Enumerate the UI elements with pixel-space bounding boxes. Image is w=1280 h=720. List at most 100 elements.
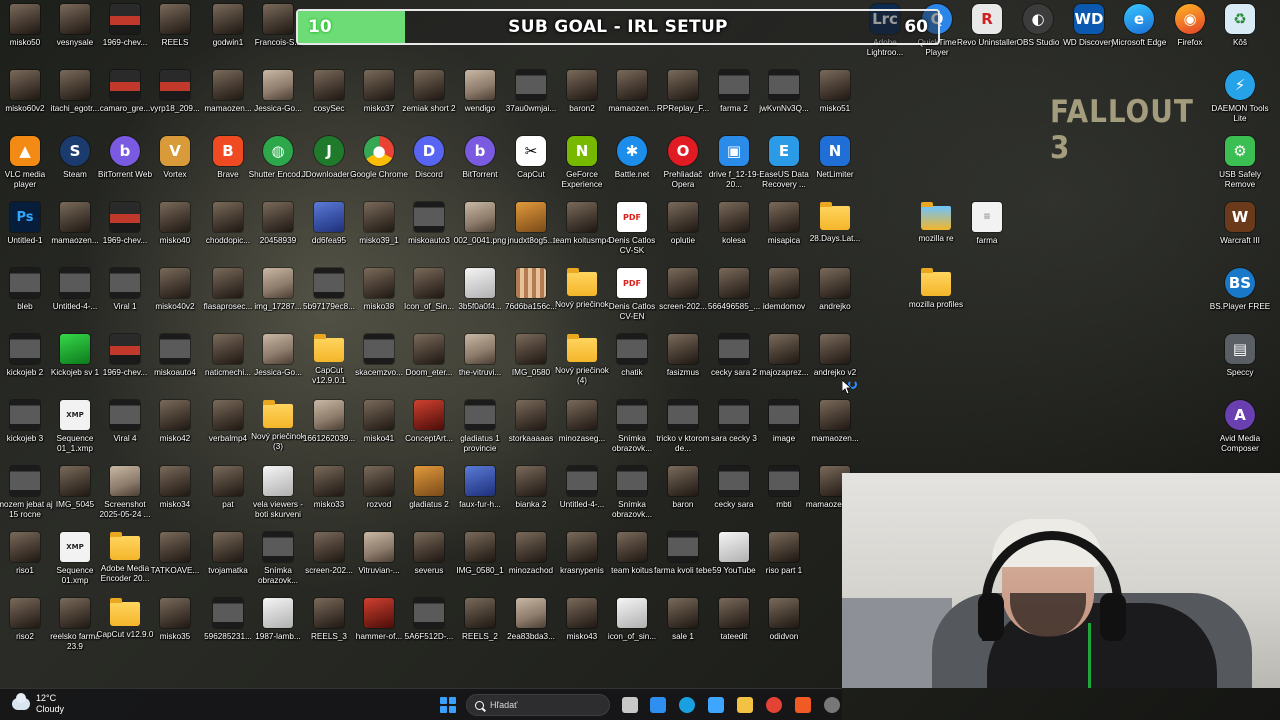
desktop-icon[interactable]: krasnypenis <box>557 530 607 592</box>
desktop-icon[interactable]: mozilla profiles <box>909 266 963 328</box>
desktop-icon[interactable]: 1969-chev... <box>100 2 150 64</box>
desktop-icon[interactable]: REELS_2 <box>455 596 505 658</box>
desktop-icon[interactable]: ◉ Firefox <box>1165 2 1215 64</box>
desktop-icon[interactable]: mbti <box>759 464 809 526</box>
desktop-icon[interactable]: 566496585_... <box>708 266 760 328</box>
desktop-icon[interactable]: misko40 <box>150 200 200 262</box>
desktop-icon[interactable]: majozaprez... <box>759 332 809 394</box>
desktop-icon[interactable]: V Vortex <box>150 134 200 196</box>
desktop-icon[interactable]: REELS_3 <box>304 596 354 658</box>
desktop-icon[interactable]: Viral 4 <box>100 398 150 460</box>
desktop-icon[interactable]: zemiak short 2 <box>402 68 456 130</box>
desktop-icon[interactable]: oplutie <box>658 200 708 262</box>
desktop-icon[interactable]: mozem jebat aj 15 rocne <box>0 464 53 526</box>
desktop-icon[interactable]: Snímka obrazovk... <box>253 530 303 592</box>
desktop-icon[interactable]: ♻ Kôš <box>1215 2 1265 64</box>
desktop-icon[interactable]: jnudxt8og5... <box>506 200 556 262</box>
desktop-icon[interactable]: PDF Denis Catlos CV-SK <box>607 200 657 262</box>
desktop-icon[interactable]: godwin1 <box>203 2 253 64</box>
desktop-icon[interactable]: N GeForce Experience <box>557 134 607 196</box>
desktop-icon[interactable]: vyrp18_209... <box>150 68 200 130</box>
desktop-icon[interactable]: baron2 <box>557 68 607 130</box>
desktop-icon[interactable]: Adobe Media Encoder 20... <box>100 530 150 592</box>
desktop-icon[interactable]: riso1 <box>0 530 50 592</box>
desktop-icon[interactable]: chatik <box>607 332 657 394</box>
desktop-icon[interactable]: e Microsoft Edge <box>1112 2 1166 64</box>
desktop-icon[interactable]: mamaozen... <box>50 200 100 262</box>
taskbar-obs-button[interactable] <box>822 695 842 715</box>
desktop-icon[interactable]: tateedit <box>709 596 759 658</box>
desktop-icon[interactable]: ✱ Battle.net <box>607 134 657 196</box>
desktop-icon[interactable]: 002_0041.png <box>454 200 506 262</box>
desktop-icon[interactable]: Untitled-4-... <box>50 266 100 328</box>
desktop-icon[interactable]: IMG_0580 <box>506 332 556 394</box>
desktop-icon[interactable]: misko51 <box>810 68 860 130</box>
desktop-icon[interactable]: severus <box>404 530 454 592</box>
desktop-icon[interactable]: vesnysale <box>50 2 100 64</box>
desktop-icon[interactable]: 28.Days.Lat... <box>810 200 860 262</box>
desktop-icon[interactable]: idemdomov <box>759 266 809 328</box>
taskbar-file-explorer-button[interactable] <box>735 695 755 715</box>
desktop-icon[interactable]: andrejko <box>810 266 860 328</box>
desktop-icon[interactable]: team koitusmp4 <box>553 200 611 262</box>
desktop-icon[interactable]: gladiatus 1 provincie <box>455 398 505 460</box>
desktop-icon[interactable]: ✂ CapCut <box>506 134 556 196</box>
desktop-icon[interactable]: WD WD Discovery <box>1063 2 1115 64</box>
start-button[interactable] <box>438 695 458 715</box>
desktop-icon[interactable]: screen-202... <box>304 530 354 592</box>
desktop-icon[interactable]: B Brave <box>203 134 253 196</box>
desktop-icon[interactable]: mamaozen... <box>203 68 253 130</box>
desktop-icon[interactable]: misapica <box>759 200 809 262</box>
desktop-icon[interactable]: Icon_of_Sin... <box>404 266 454 328</box>
desktop-icon[interactable]: tricko v ktorom de... <box>656 398 710 460</box>
desktop-icon[interactable]: REELS <box>150 2 200 64</box>
desktop-icon[interactable]: screen-202... <box>658 266 708 328</box>
desktop-icon[interactable]: 5A6F512D-... <box>404 596 454 658</box>
desktop-icon[interactable]: J JDownloader 2 <box>302 134 356 196</box>
taskbar-photos-button[interactable] <box>706 695 726 715</box>
desktop-icon[interactable]: Vitruvian-... <box>354 530 404 592</box>
desktop-icon[interactable]: D Discord <box>404 134 454 196</box>
desktop-icon[interactable]: sale 1 <box>658 596 708 658</box>
desktop-icon[interactable]: 1661262039... <box>303 398 355 460</box>
desktop-icon[interactable]: miskoauto4 <box>150 332 200 394</box>
desktop-icon[interactable]: 1969-chev... <box>100 200 150 262</box>
desktop-icon[interactable]: tvojamatka <box>203 530 253 592</box>
desktop-icon[interactable]: ▲ VLC media player <box>0 134 50 196</box>
desktop-icon[interactable]: reelsko farma 23.9 <box>50 596 100 658</box>
desktop-icon[interactable]: cecky sara 2 <box>709 332 759 394</box>
desktop-icon[interactable]: b BitTorrent Web <box>98 134 152 196</box>
desktop-icon[interactable]: Screenshot 2025-05-24 ... <box>100 464 150 526</box>
desktop-icon[interactable]: 596285231... <box>203 596 253 658</box>
desktop-icon[interactable]: icon_of_sin... <box>607 596 657 658</box>
desktop-icon[interactable]: 2ea83bda3... <box>506 596 556 658</box>
desktop-icon[interactable]: 1969-chev... <box>100 332 150 394</box>
desktop-icon[interactable]: ≡ farma <box>962 200 1012 262</box>
desktop-icon[interactable]: IMG_5045 <box>50 464 100 526</box>
desktop-icon[interactable]: misko39_1 <box>354 200 404 262</box>
desktop-icon[interactable]: CapCut v12.9.0 <box>97 596 153 658</box>
desktop-icon[interactable]: cecky sara <box>709 464 759 526</box>
desktop-icon[interactable]: W Warcraft III <box>1215 200 1265 262</box>
desktop-icon[interactable]: vela viewers - boti skurveni <box>253 464 303 526</box>
taskbar-store-button[interactable] <box>648 695 668 715</box>
desktop-icon[interactable]: XMP Sequence 01_1.xmp <box>50 398 100 460</box>
desktop-icon[interactable]: Snímka obrazovk... <box>607 398 657 460</box>
desktop-icon[interactable]: sara cecky 3 <box>709 398 759 460</box>
desktop-icon[interactable]: ◍ Shutter Encod... <box>249 134 307 196</box>
desktop-icon[interactable]: storkaaaaas <box>506 398 556 460</box>
desktop-icon[interactable]: N NetLimiter <box>810 134 860 196</box>
desktop-icon[interactable]: misko50 <box>0 2 50 64</box>
desktop-icon[interactable]: ⚙ USB Safely Remove <box>1215 134 1265 196</box>
desktop-icon[interactable]: ⚡ DAEMON Tools Lite <box>1211 68 1269 130</box>
desktop-icon[interactable]: ◐ OBS Studio <box>1013 2 1063 64</box>
desktop-icon[interactable]: naticmechi... <box>203 332 253 394</box>
desktop-icon[interactable]: hammer-of... <box>354 596 404 658</box>
desktop-icon[interactable]: O Prehliadač Opera <box>658 134 708 196</box>
desktop-icon[interactable]: Viral 1 <box>100 266 150 328</box>
desktop-icon[interactable]: misko34 <box>150 464 200 526</box>
desktop-icon[interactable]: misko35 <box>150 596 200 658</box>
desktop-icon[interactable]: misko40v2 <box>150 266 200 328</box>
taskbar-edge-button[interactable] <box>677 695 697 715</box>
desktop-icon[interactable]: IMG_0580_1 <box>455 530 505 592</box>
